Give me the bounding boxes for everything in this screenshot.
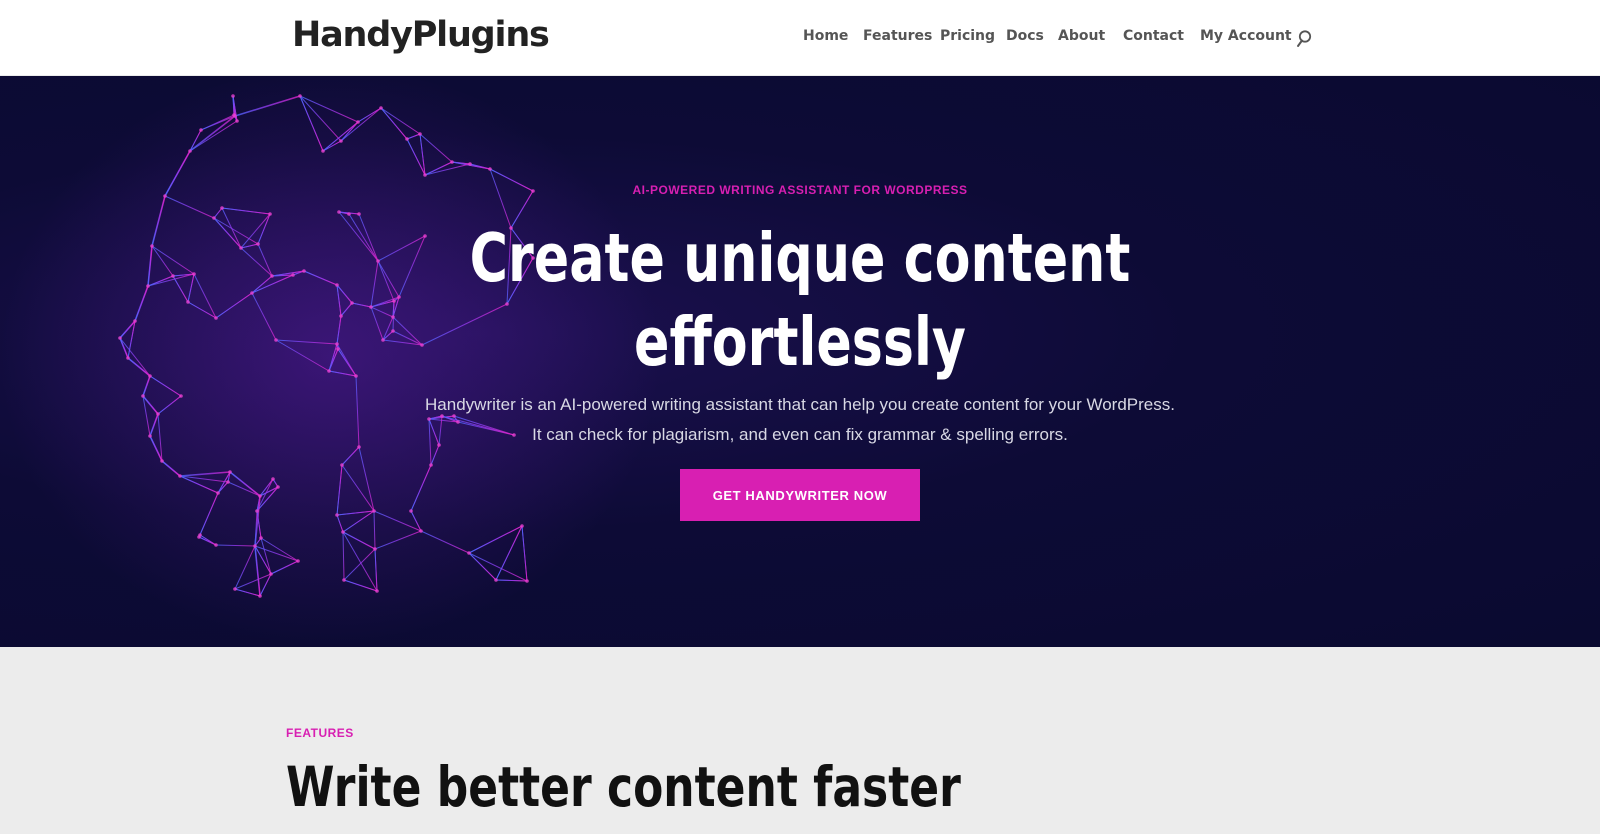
hero-section: AI-POWERED WRITING ASSISTANT FOR WORDPRE… <box>0 76 1600 647</box>
get-handywriter-button[interactable]: GET HANDYWRITER NOW <box>680 469 920 521</box>
hero-title-line-1: Create unique content <box>469 219 1131 297</box>
nav-home-link[interactable]: Home <box>803 28 848 44</box>
features-section: FEATURES Write better content faster <box>0 647 1600 834</box>
hero-title-line-2: effortlessly <box>634 303 966 381</box>
hero-description-line-1: Handywriter is an AI-powered writing ass… <box>425 395 1175 414</box>
nav-about-link[interactable]: About <box>1058 28 1105 44</box>
features-eyebrow: FEATURES <box>286 726 354 740</box>
nav-docs-link[interactable]: Docs <box>1006 28 1044 44</box>
site-header: HandyPlugins Home Features Pricing Docs … <box>0 0 1600 76</box>
nav-my-account-link[interactable]: My Account <box>1200 28 1292 44</box>
features-title: Write better content faster <box>286 755 961 819</box>
hero-eyebrow: AI-POWERED WRITING ASSISTANT FOR WORDPRE… <box>632 183 968 197</box>
nav-contact-link[interactable]: Contact <box>1123 28 1184 44</box>
nav-features-link[interactable]: Features <box>863 28 932 44</box>
handyplugins-logo[interactable]: HandyPlugins <box>292 15 550 55</box>
nav-pricing-link[interactable]: Pricing <box>940 28 995 44</box>
hero-title: Create unique content effortlessly <box>176 216 1424 384</box>
hero-description-line-2: It can check for plagiarism, and even ca… <box>532 425 1068 444</box>
search-icon[interactable] <box>1296 29 1316 49</box>
hero-description: Handywriter is an AI-powered writing ass… <box>300 390 1300 450</box>
